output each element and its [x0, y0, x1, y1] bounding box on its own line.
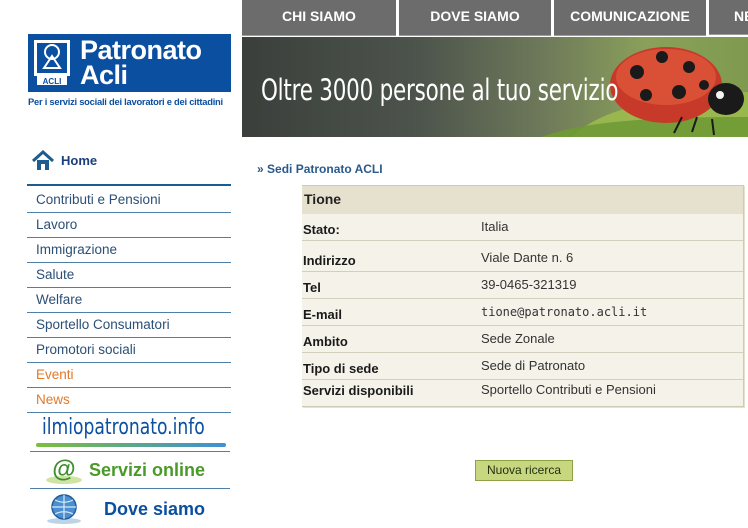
acli-emblem-icon: ACLI	[34, 40, 70, 86]
detail-row-servizi-disponibili: Servizi disponibili Sportello Contributi…	[302, 378, 743, 404]
detail-row-indirizzo: Indirizzo Viale Dante n. 6	[302, 245, 743, 272]
globe-icon	[47, 494, 81, 524]
breadcrumb-marker: »	[257, 162, 264, 176]
home-label: Home	[61, 153, 98, 168]
sidebar-item-label: Salute	[36, 267, 75, 282]
sidebar-item-eventi[interactable]: Eventi	[27, 363, 231, 388]
sidebar-item-salute[interactable]: Salute	[27, 263, 231, 288]
sidebar-home[interactable]: Home	[27, 148, 231, 178]
detail-label: Tel	[303, 280, 321, 295]
detail-value: Sportello Contributi e Pensioni	[481, 382, 656, 397]
at-sign-icon: @	[46, 456, 82, 484]
detail-label: Tipo di sede	[303, 361, 379, 376]
detail-label: Stato:	[303, 222, 340, 237]
promo-ilmiopatronato[interactable]: ilmiopatronato.info	[30, 413, 230, 452]
nav-tab-chi-siamo[interactable]: CHI SIAMO	[242, 0, 396, 36]
nav-tab-dove-siamo[interactable]: DOVE SIAMO	[399, 0, 551, 36]
sidebar-item-label: Welfare	[36, 292, 83, 307]
top-navigation: CHI SIAMO DOVE SIAMO COMUNICAZIONE NE	[242, 0, 748, 36]
breadcrumb-link[interactable]: Sedi Patronato ACLI	[267, 162, 383, 176]
svg-text:@: @	[52, 456, 75, 483]
sidebar-item-lavoro[interactable]: Lavoro	[27, 213, 231, 238]
detail-row-tipo-di-sede: Tipo di sede Sede di Patronato	[302, 353, 743, 380]
promo-dove-siamo[interactable]: Dove siamo	[30, 489, 230, 527]
office-name-header: Tione	[302, 185, 743, 214]
breadcrumb: » Sedi Patronato ACLI	[257, 162, 383, 176]
detail-value: 39-0465-321319	[481, 277, 577, 292]
office-detail-card: Tione Stato: Italia Indirizzo Viale Dant…	[302, 185, 744, 407]
home-icon	[31, 150, 55, 170]
detail-value: Italia	[481, 219, 509, 234]
sidebar-item-welfare[interactable]: Welfare	[27, 288, 231, 313]
sidebar-item-label: Promotori sociali	[36, 342, 136, 357]
detail-row-stato: Stato: Italia	[302, 214, 743, 241]
sidebar-item-immigrazione[interactable]: Immigrazione	[27, 238, 231, 263]
sidebar-item-promotori-sociali[interactable]: Promotori sociali	[27, 338, 231, 363]
sidebar-item-label: Immigrazione	[36, 242, 118, 257]
sidebar-item-sportello-consumatori[interactable]: Sportello Consumatori	[27, 313, 231, 338]
nav-tab-news[interactable]: NE	[709, 0, 748, 35]
detail-value: Sede di Patronato	[481, 358, 586, 373]
sidebar-item-label: Contributi e Pensioni	[36, 192, 161, 207]
detail-label: Indirizzo	[303, 253, 356, 268]
detail-value: Viale Dante n. 6	[481, 250, 574, 265]
promo-servizi-online-label: Servizi online	[89, 460, 206, 480]
banner-headline: Oltre 3000 persone al tuo servizio	[261, 73, 619, 107]
promo-ilmiopatronato-label: ilmiopatronato.info	[42, 415, 205, 440]
brand-logo[interactable]: ACLI Patronato Acli	[28, 34, 231, 92]
detail-value: Sede Zonale	[481, 331, 555, 346]
detail-label: Servizi disponibili	[303, 383, 414, 398]
detail-row-email: E-mail tione@patronato.acli.it	[302, 299, 743, 326]
office-name: Tione	[304, 191, 342, 207]
emblem-text: ACLI	[43, 77, 62, 86]
detail-label: E-mail	[303, 307, 343, 322]
sidebar-item-label: Eventi	[36, 367, 74, 382]
brand-tagline: Per i servizi sociali dei lavoratori e d…	[28, 96, 223, 107]
sidebar-item-label: News	[36, 392, 70, 407]
promo-swoosh	[36, 443, 226, 447]
sidebar-item-contributi-e-pensioni[interactable]: Contributi e Pensioni	[27, 188, 231, 213]
detail-row-tel: Tel 39-0465-321319	[302, 272, 743, 299]
brand-name-line2: Acli	[80, 60, 128, 90]
sidebar-item-label: Lavoro	[36, 217, 78, 232]
new-search-button[interactable]: Nuova ricerca	[475, 460, 573, 481]
promo-dove-siamo-label: Dove siamo	[104, 499, 206, 519]
nav-tab-comunicazione[interactable]: COMUNICAZIONE	[554, 0, 706, 36]
email-link[interactable]: tione@patronato.acli.it	[481, 305, 647, 319]
sidebar-divider	[27, 184, 231, 186]
detail-row-ambito: Ambito Sede Zonale	[302, 326, 743, 353]
sidebar-item-news[interactable]: News	[27, 388, 231, 413]
detail-label: Ambito	[303, 334, 348, 349]
sidebar-item-label: Sportello Consumatori	[36, 317, 170, 332]
promo-servizi-online[interactable]: @ Servizi online	[30, 452, 230, 489]
hero-banner: Oltre 3000 persone al tuo servizio	[242, 37, 748, 137]
